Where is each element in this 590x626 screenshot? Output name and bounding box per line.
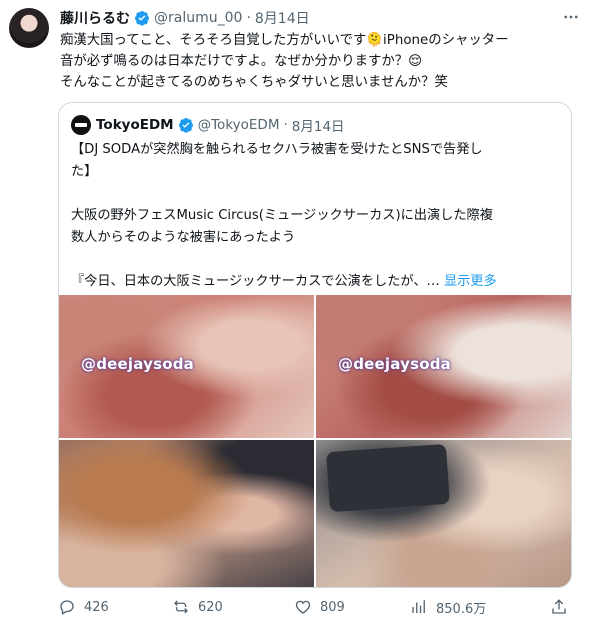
tweet-text-line: 音が必ず鳴るのは日本だけですよ。なぜか分かりますか？😌 — [60, 54, 423, 69]
reply-icon — [60, 600, 74, 615]
share-icon — [552, 599, 566, 614]
tweet-text-line: 痴漢大国ってこと、そろそろ自覚した方がいいです🫠iPhoneのシャッター — [60, 33, 509, 48]
quoted-text-line-truncated: 『今日、日本の大阪ミュージックサーカスで公演をしたが、… 显示更多 — [71, 271, 561, 293]
retweet-count: 620 — [198, 599, 223, 615]
phone-in-photo — [326, 443, 450, 513]
tweet-text: 痴漢大国ってこと、そろそろ自覚した方がいいです🫠iPhoneのシャッター 音が必… — [60, 30, 580, 93]
more-options-icon[interactable] — [560, 8, 582, 28]
views-button[interactable]: 850.6万 — [410, 596, 486, 618]
media-watermark: @deejaysoda — [81, 355, 194, 373]
quoted-text-line — [71, 183, 561, 205]
like-button[interactable]: 809 — [294, 596, 345, 618]
tweet-date[interactable]: 8月14日 — [255, 8, 310, 28]
tweet-card[interactable]: 藤川らるむ @ralumu_00 · 8月14日 痴漢大国ってこと、そろそろ自覚… — [0, 0, 590, 626]
quoted-text-last-line: 『今日、日本の大阪ミュージックサーカスで公演をしたが、… — [71, 274, 440, 289]
quoted-tweet-header: TokyoEDM @TokyoEDM · 8月14日 — [71, 115, 345, 135]
media-photo[interactable]: @deejaysoda — [316, 295, 571, 438]
author-avatar[interactable] — [9, 8, 49, 48]
quoted-text-line: 数人からそのような被害にあったよう — [71, 230, 296, 245]
separator-dot: · — [283, 117, 288, 133]
media-grid: @deejaysoda @deejaysoda — [59, 295, 571, 587]
media-photo[interactable]: @deejaysoda — [59, 295, 314, 438]
tweet-text-line: そんなことが起きてるのめちゃくちゃダサいと思いませんか？笑 — [60, 75, 448, 90]
share-button[interactable] — [550, 596, 576, 618]
media-photo[interactable] — [316, 440, 571, 587]
reply-button[interactable]: 426 — [58, 596, 109, 618]
verified-badge-icon — [135, 11, 149, 26]
show-more-link[interactable]: 显示更多 — [444, 274, 497, 289]
separator-dot: · — [246, 10, 251, 26]
quoted-tweet-date: 8月14日 — [291, 119, 345, 135]
retweet-button[interactable]: 620 — [172, 596, 223, 618]
quoted-author-name: TokyoEDM — [96, 117, 174, 133]
tweet-header: 藤川らるむ @ralumu_00 · 8月14日 — [60, 8, 310, 28]
quoted-text-line — [71, 249, 561, 271]
heart-icon — [295, 600, 311, 614]
quoted-author-avatar — [71, 115, 91, 135]
quoted-text-line: た】 — [71, 164, 98, 179]
views-chart-icon — [412, 600, 425, 613]
author-name[interactable]: 藤川らるむ — [60, 8, 130, 28]
retweet-icon — [174, 600, 188, 614]
verified-badge-icon — [178, 118, 193, 133]
reply-count: 426 — [84, 599, 109, 615]
quoted-text-line: 【DJ SODAが突然胸を触られるセクハラ被害を受けたとSNSで告発し — [71, 142, 483, 157]
quoted-author-handle: @TokyoEDM — [197, 117, 280, 133]
action-bar: 426 620 809 850.6万 — [58, 596, 578, 618]
media-watermark: @deejaysoda — [338, 355, 451, 373]
quoted-text-line: 大阪の野外フェスMusic Circus(ミュージックサーカス)に出演した際複 — [71, 208, 493, 223]
like-count: 809 — [320, 599, 345, 615]
author-handle[interactable]: @ralumu_00 — [154, 10, 242, 26]
quoted-tweet[interactable]: TokyoEDM @TokyoEDM · 8月14日 【DJ SODAが突然胸を… — [58, 102, 572, 588]
views-count: 850.6万 — [436, 601, 487, 617]
quoted-tweet-text: 【DJ SODAが突然胸を触られるセクハラ被害を受けたとSNSで告発し た】 大… — [71, 139, 561, 293]
media-photo[interactable] — [59, 440, 314, 587]
